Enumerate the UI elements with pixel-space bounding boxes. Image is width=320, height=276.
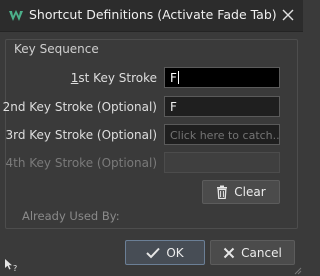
- clear-button-label: Clear: [234, 185, 266, 199]
- key-stroke-4-label: 4th Key Stroke (Optional): [5, 156, 157, 170]
- cancel-button-label: Cancel: [241, 245, 282, 260]
- ok-button-label: OK: [166, 245, 184, 260]
- key-stroke-1-label-text: st Key Stroke: [78, 71, 157, 85]
- key-stroke-1-label: 1st Key Stroke: [70, 71, 157, 85]
- svg-text:?: ?: [13, 264, 17, 273]
- trash-icon: [217, 185, 228, 199]
- cancel-x-icon: [223, 247, 235, 258]
- key-stroke-3-field[interactable]: Click here to catch...: [164, 124, 280, 145]
- close-icon: [282, 9, 294, 21]
- key-stroke-4-field: [164, 152, 280, 173]
- whats-this-help-icon[interactable]: ?: [3, 257, 19, 273]
- title-bar[interactable]: Shortcut Definitions (Activate Fade Tab): [0, 0, 303, 32]
- clear-button[interactable]: Clear: [202, 180, 280, 204]
- resize-grip-icon[interactable]: [292, 265, 302, 275]
- app-logo-icon: [9, 10, 23, 21]
- checkmark-icon: [146, 247, 161, 258]
- key-stroke-1-value: F: [170, 71, 177, 85]
- close-button[interactable]: [277, 4, 299, 26]
- cancel-button[interactable]: Cancel: [210, 240, 295, 265]
- text-cursor: [177, 71, 179, 84]
- window-title: Shortcut Definitions (Activate Fade Tab): [29, 7, 277, 22]
- key-stroke-2-label: 2nd Key Stroke (Optional): [2, 100, 157, 114]
- group-title: Key Sequence: [14, 42, 99, 56]
- key-stroke-1-field[interactable]: F: [164, 67, 280, 88]
- key-stroke-3-label: 3rd Key Stroke (Optional): [5, 128, 157, 142]
- ok-button[interactable]: OK: [125, 240, 205, 265]
- already-used-by-label: Already Used By:: [22, 209, 120, 223]
- key-stroke-2-field[interactable]: F: [164, 96, 280, 117]
